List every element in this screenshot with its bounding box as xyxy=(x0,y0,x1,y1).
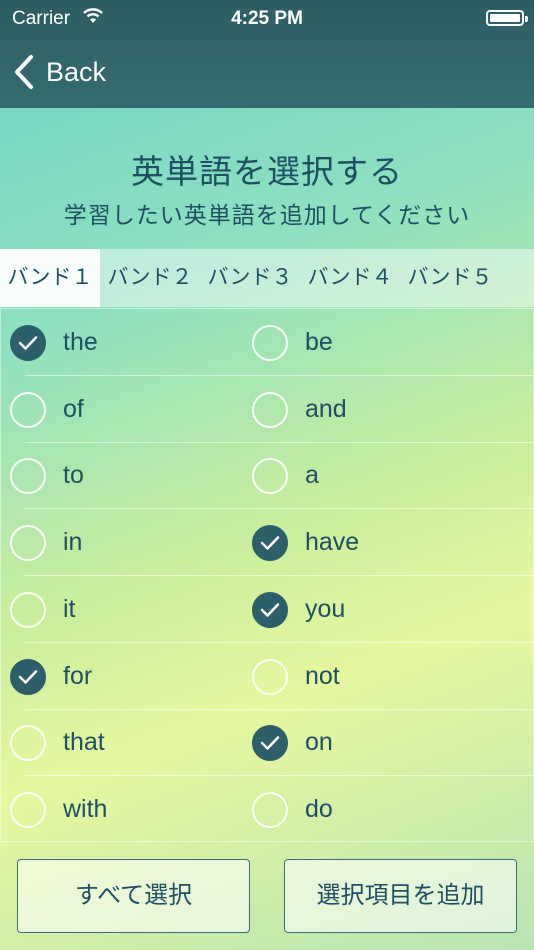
word-label: it xyxy=(63,594,76,623)
unchecked-circle-icon[interactable] xyxy=(10,791,46,828)
unchecked-circle-icon[interactable] xyxy=(10,591,46,628)
word-label: of xyxy=(63,394,84,423)
word-label: to xyxy=(63,461,84,490)
checked-circle-icon[interactable] xyxy=(252,725,288,762)
word-label: do xyxy=(305,794,333,823)
word-item[interactable]: of xyxy=(1,376,241,443)
tab-band-6[interactable]: バ xyxy=(500,249,534,307)
word-row: the be xyxy=(1,309,534,376)
word-label: in xyxy=(63,528,83,557)
word-grid: the be of and to a in have it you for not that on with… xyxy=(0,308,534,842)
word-item[interactable]: be xyxy=(243,309,483,376)
word-item[interactable]: for xyxy=(1,643,241,710)
add-selected-button[interactable]: 選択項目を追加 xyxy=(284,859,517,933)
word-label: a xyxy=(305,461,319,490)
word-item[interactable]: on xyxy=(243,709,483,776)
word-label: have xyxy=(305,528,360,557)
word-item[interactable]: it xyxy=(1,576,241,643)
word-item[interactable]: do xyxy=(243,776,483,843)
word-item[interactable]: you xyxy=(243,576,483,643)
word-item[interactable]: to xyxy=(1,442,241,509)
word-label: that xyxy=(63,728,105,757)
word-item[interactable]: have xyxy=(243,509,483,576)
checked-circle-icon[interactable] xyxy=(10,658,46,695)
chevron-left-icon xyxy=(15,55,33,89)
word-item[interactable]: with xyxy=(1,776,241,843)
unchecked-circle-icon[interactable] xyxy=(252,458,288,495)
tab-band-1[interactable]: バンド１ xyxy=(0,249,100,307)
word-label: the xyxy=(63,328,98,356)
unchecked-circle-icon[interactable] xyxy=(252,658,288,695)
checked-circle-icon[interactable] xyxy=(10,325,46,361)
unchecked-circle-icon[interactable] xyxy=(10,391,46,428)
word-label: on xyxy=(305,728,333,757)
word-row: that on xyxy=(1,709,534,777)
word-label: not xyxy=(305,661,340,690)
word-label: with xyxy=(63,794,108,823)
word-item[interactable]: that xyxy=(1,709,241,776)
word-row: to a xyxy=(1,442,534,510)
tab-band-3[interactable]: バンド３ xyxy=(200,249,300,307)
navigation-bar: Carrier 4:25 PM Back xyxy=(0,0,534,108)
unchecked-circle-icon[interactable] xyxy=(252,325,288,361)
word-row: with do xyxy=(1,776,534,843)
word-row: in have xyxy=(1,509,534,577)
checked-circle-icon[interactable] xyxy=(252,591,288,628)
back-label: Back xyxy=(46,56,107,87)
word-label: for xyxy=(63,661,93,690)
unchecked-circle-icon[interactable] xyxy=(10,525,46,562)
tab-band-4[interactable]: バンド４ xyxy=(300,249,400,307)
word-item[interactable]: in xyxy=(1,509,241,576)
word-label: you xyxy=(305,594,346,623)
word-row: of and xyxy=(1,376,534,443)
word-item[interactable]: and xyxy=(243,376,483,443)
word-label: and xyxy=(305,394,347,423)
word-item[interactable]: not xyxy=(243,643,483,710)
word-row: it you xyxy=(1,576,534,643)
battery-icon xyxy=(486,10,528,26)
word-item[interactable]: the xyxy=(1,309,241,376)
clock: 4:25 PM xyxy=(231,8,303,29)
select-all-button[interactable]: すべて選択 xyxy=(17,859,250,933)
tab-band-2[interactable]: バンド２ xyxy=(100,249,200,307)
back-button[interactable]: Back xyxy=(12,52,106,92)
unchecked-circle-icon[interactable] xyxy=(10,458,46,495)
word-row: for not xyxy=(1,643,534,710)
unchecked-circle-icon[interactable] xyxy=(10,725,46,762)
page-subtitle: 学習したい英単語を追加してください xyxy=(63,202,471,228)
word-item[interactable]: a xyxy=(243,442,483,509)
band-tab-bar: バンド１バンド２バンド３バンド４バンド５バ xyxy=(0,249,534,307)
unchecked-circle-icon[interactable] xyxy=(252,791,288,828)
checked-circle-icon[interactable] xyxy=(252,525,288,562)
page-title: 英単語を選択する xyxy=(131,153,403,190)
unchecked-circle-icon[interactable] xyxy=(252,391,288,428)
tab-band-5[interactable]: バンド５ xyxy=(400,249,500,307)
status-bar: Carrier 4:25 PM xyxy=(0,0,534,36)
word-label: be xyxy=(305,328,333,356)
